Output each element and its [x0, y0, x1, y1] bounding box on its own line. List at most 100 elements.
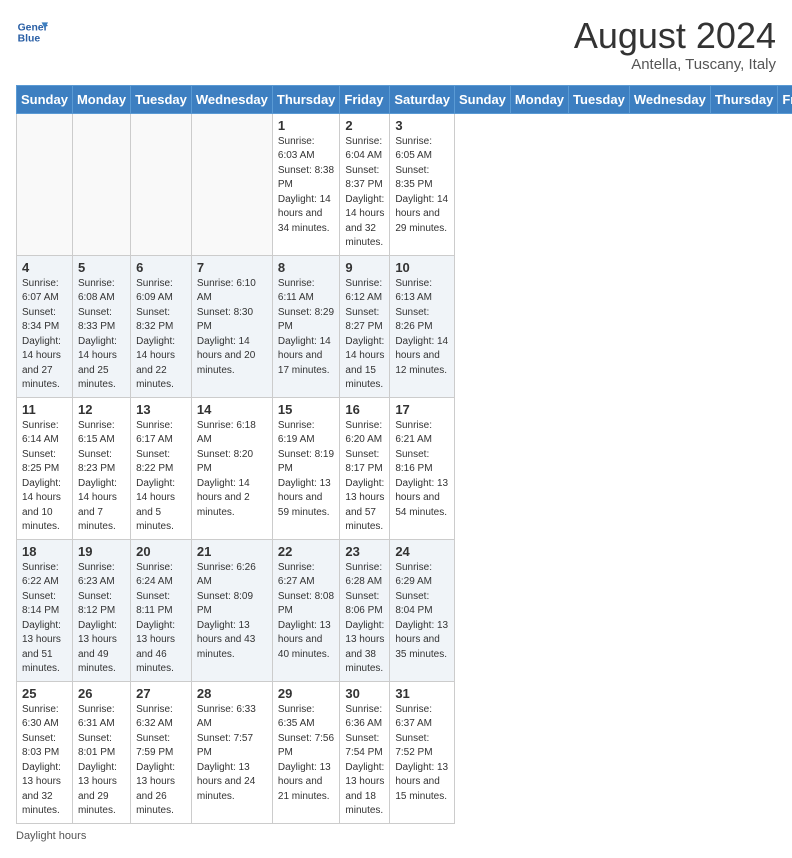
col-header-thursday: Thursday [272, 85, 340, 113]
col-header-friday: Friday [778, 85, 792, 113]
day-info: Sunrise: 6:04 AM Sunset: 8:37 PM Dayligh… [345, 135, 384, 251]
day-info: Sunrise: 6:36 AM Sunset: 7:54 PM Dayligh… [345, 703, 384, 819]
day-info: Sunrise: 6:31 AM Sunset: 8:01 PM Dayligh… [78, 703, 125, 819]
calendar-day-cell: 30 Sunrise: 6:36 AM Sunset: 7:54 PM Dayli… [340, 681, 390, 823]
calendar-day-cell [72, 113, 130, 255]
col-header-friday: Friday [340, 85, 390, 113]
day-number: 22 [278, 544, 335, 559]
day-info: Sunrise: 6:03 AM Sunset: 8:38 PM Dayligh… [278, 135, 335, 237]
day-number: 20 [136, 544, 186, 559]
calendar-day-cell: 13 Sunrise: 6:17 AM Sunset: 8:22 PM Dayli… [131, 397, 192, 539]
day-number: 31 [395, 686, 449, 701]
calendar-day-cell: 28Sunrise: 6:33 AM Sunset: 7:57 PM Dayli… [191, 681, 272, 823]
day-info: Sunrise: 6:11 AM Sunset: 8:29 PM Dayligh… [278, 277, 335, 379]
day-info: Sunrise: 6:12 AM Sunset: 8:27 PM Dayligh… [345, 277, 384, 393]
calendar-day-cell: 10 Sunrise: 6:13 AM Sunset: 8:26 PM Dayli… [390, 255, 455, 397]
day-number: 6 [136, 260, 186, 275]
calendar-day-cell: 8Sunrise: 6:11 AM Sunset: 8:29 PM Daylig… [272, 255, 340, 397]
location-subtitle: Antella, Tuscany, Italy [574, 56, 776, 73]
day-number: 27 [136, 686, 186, 701]
calendar-day-cell: 6 Sunrise: 6:09 AM Sunset: 8:32 PM Daylig… [131, 255, 192, 397]
day-info: Sunrise: 6:10 AM Sunset: 8:30 PM Dayligh… [197, 277, 267, 379]
calendar-day-cell: 25Sunrise: 6:30 AM Sunset: 8:03 PM Dayli… [17, 681, 73, 823]
logo: General Blue [16, 16, 48, 48]
day-info: Sunrise: 6:24 AM Sunset: 8:11 PM Dayligh… [136, 561, 186, 677]
calendar-day-cell: 9 Sunrise: 6:12 AM Sunset: 8:27 PM Daylig… [340, 255, 390, 397]
calendar-day-cell: 17Sunrise: 6:21 AM Sunset: 8:16 PM Dayli… [390, 397, 455, 539]
col-header-sunday: Sunday [17, 85, 73, 113]
calendar-day-cell: 29 Sunrise: 6:35 AM Sunset: 7:56 PM Dayli… [272, 681, 340, 823]
day-info: Sunrise: 6:09 AM Sunset: 8:32 PM Dayligh… [136, 277, 186, 393]
title-block: August 2024 Antella, Tuscany, Italy [574, 16, 776, 73]
day-number: 29 [278, 686, 335, 701]
footer-note: Daylight hours [16, 830, 776, 842]
day-number: 14 [197, 402, 267, 417]
day-number: 24 [395, 544, 449, 559]
col-header-sunday: Sunday [454, 85, 510, 113]
calendar-day-cell: 3Sunrise: 6:05 AM Sunset: 8:35 PM Daylig… [390, 113, 455, 255]
day-info: Sunrise: 6:20 AM Sunset: 8:17 PM Dayligh… [345, 419, 384, 535]
calendar-day-cell: 11Sunrise: 6:14 AM Sunset: 8:25 PM Dayli… [17, 397, 73, 539]
col-header-tuesday: Tuesday [569, 85, 630, 113]
day-number: 11 [22, 402, 67, 417]
calendar-day-cell: 15 Sunrise: 6:19 AM Sunset: 8:19 PM Dayli… [272, 397, 340, 539]
day-info: Sunrise: 6:13 AM Sunset: 8:26 PM Dayligh… [395, 277, 449, 379]
day-number: 19 [78, 544, 125, 559]
day-info: Sunrise: 6:22 AM Sunset: 8:14 PM Dayligh… [22, 561, 67, 677]
calendar-day-cell: 21 Sunrise: 6:26 AM Sunset: 8:09 PM Dayli… [191, 539, 272, 681]
calendar-day-cell: 18Sunrise: 6:22 AM Sunset: 8:14 PM Dayli… [17, 539, 73, 681]
calendar-day-cell: 4 Sunrise: 6:07 AM Sunset: 8:34 PM Daylig… [17, 255, 73, 397]
col-header-wednesday: Wednesday [629, 85, 710, 113]
day-number: 13 [136, 402, 186, 417]
day-number: 15 [278, 402, 335, 417]
day-info: Sunrise: 6:26 AM Sunset: 8:09 PM Dayligh… [197, 561, 267, 663]
calendar-day-cell: 23Sunrise: 6:28 AM Sunset: 8:06 PM Dayli… [340, 539, 390, 681]
day-number: 7 [197, 260, 267, 275]
day-info: Sunrise: 6:35 AM Sunset: 7:56 PM Dayligh… [278, 703, 335, 805]
calendar-day-cell: 27 Sunrise: 6:32 AM Sunset: 7:59 PM Dayli… [131, 681, 192, 823]
calendar-day-cell: 5Sunrise: 6:08 AM Sunset: 8:33 PM Daylig… [72, 255, 130, 397]
calendar-day-cell: 1 Sunrise: 6:03 AM Sunset: 8:38 PM Daylig… [272, 113, 340, 255]
col-header-tuesday: Tuesday [131, 85, 192, 113]
calendar-day-cell: 14Sunrise: 6:18 AM Sunset: 8:20 PM Dayli… [191, 397, 272, 539]
day-number: 4 [22, 260, 67, 275]
day-info: Sunrise: 6:28 AM Sunset: 8:06 PM Dayligh… [345, 561, 384, 677]
day-info: Sunrise: 6:07 AM Sunset: 8:34 PM Dayligh… [22, 277, 67, 393]
day-info: Sunrise: 6:32 AM Sunset: 7:59 PM Dayligh… [136, 703, 186, 819]
calendar-day-cell: 20 Sunrise: 6:24 AM Sunset: 8:11 PM Dayli… [131, 539, 192, 681]
day-number: 17 [395, 402, 449, 417]
day-info: Sunrise: 6:27 AM Sunset: 8:08 PM Dayligh… [278, 561, 335, 663]
calendar-week-row: 1 Sunrise: 6:03 AM Sunset: 8:38 PM Daylig… [17, 113, 792, 255]
day-number: 10 [395, 260, 449, 275]
calendar-day-cell: 19 Sunrise: 6:23 AM Sunset: 8:12 PM Dayli… [72, 539, 130, 681]
calendar-week-row: 18Sunrise: 6:22 AM Sunset: 8:14 PM Dayli… [17, 539, 792, 681]
calendar-day-cell [17, 113, 73, 255]
calendar-table: SundayMondayTuesdayWednesdayThursdayFrid… [16, 85, 792, 824]
day-number: 26 [78, 686, 125, 701]
col-header-monday: Monday [510, 85, 568, 113]
day-number: 28 [197, 686, 267, 701]
calendar-day-cell: 2Sunrise: 6:04 AM Sunset: 8:37 PM Daylig… [340, 113, 390, 255]
day-info: Sunrise: 6:29 AM Sunset: 8:04 PM Dayligh… [395, 561, 449, 663]
col-header-thursday: Thursday [710, 85, 778, 113]
calendar-week-row: 11Sunrise: 6:14 AM Sunset: 8:25 PM Dayli… [17, 397, 792, 539]
col-header-monday: Monday [72, 85, 130, 113]
day-info: Sunrise: 6:08 AM Sunset: 8:33 PM Dayligh… [78, 277, 125, 393]
calendar-day-cell [191, 113, 272, 255]
day-info: Sunrise: 6:15 AM Sunset: 8:23 PM Dayligh… [78, 419, 125, 535]
day-number: 9 [345, 260, 384, 275]
calendar-day-cell: 26 Sunrise: 6:31 AM Sunset: 8:01 PM Dayli… [72, 681, 130, 823]
day-number: 1 [278, 118, 335, 133]
day-number: 30 [345, 686, 384, 701]
page-header: General Blue August 2024 Antella, Tuscan… [16, 16, 776, 73]
calendar-day-cell: 31Sunrise: 6:37 AM Sunset: 7:52 PM Dayli… [390, 681, 455, 823]
day-number: 12 [78, 402, 125, 417]
svg-text:Blue: Blue [18, 34, 41, 45]
day-info: Sunrise: 6:19 AM Sunset: 8:19 PM Dayligh… [278, 419, 335, 521]
calendar-day-cell: 12 Sunrise: 6:15 AM Sunset: 8:23 PM Dayli… [72, 397, 130, 539]
day-info: Sunrise: 6:17 AM Sunset: 8:22 PM Dayligh… [136, 419, 186, 535]
day-info: Sunrise: 6:23 AM Sunset: 8:12 PM Dayligh… [78, 561, 125, 677]
col-header-saturday: Saturday [390, 85, 455, 113]
day-number: 21 [197, 544, 267, 559]
month-year-title: August 2024 [574, 16, 776, 56]
